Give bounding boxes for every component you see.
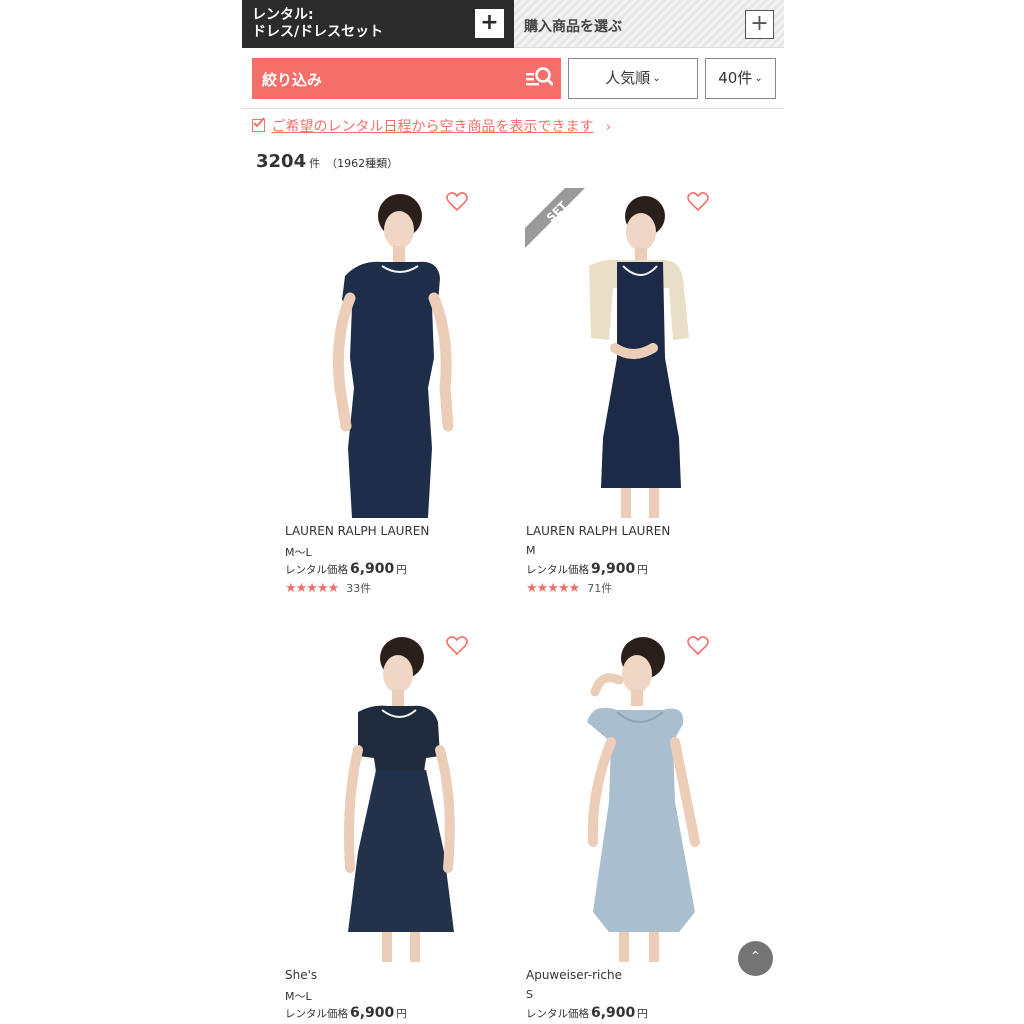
sort-label: 人気順 [605,69,651,87]
favorite-heart-icon[interactable] [446,636,468,656]
result-total: 3204 [256,151,307,172]
price-unit: 円 [396,1008,407,1020]
product-price: レンタル価格 9,900 円 [526,561,648,577]
product-image[interactable] [242,632,482,962]
product-image[interactable] [242,188,482,518]
star-rating-icon: ★★★★★ [526,581,580,596]
availability-link-text: ご希望のレンタル日程から空き商品を表示できます [271,119,594,135]
product-price: レンタル価格 6,900 円 [285,1005,407,1021]
product-brand[interactable]: She's [285,968,317,982]
sort-select[interactable]: 人気順 ⌄ [568,58,698,99]
star-rating-icon: ★★★★★ [285,581,339,596]
favorite-heart-icon[interactable] [687,636,709,656]
product-price: レンタル価格 6,900 円 [285,561,407,577]
per-page-label: 40件 [718,69,753,87]
tab-rental[interactable]: レンタル: ドレス/ドレスセット + [242,0,514,48]
price-unit: 円 [637,564,648,576]
price-prefix: レンタル価格 [526,1008,589,1020]
product-size: M〜L [285,990,312,1003]
chevron-up-icon: ⌃ [749,949,762,965]
plus-icon[interactable]: + [745,10,774,39]
product-size: S [526,988,533,1001]
result-kinds: （1962種類） [326,157,399,170]
chevron-down-icon: ⌄ [754,73,763,84]
price-prefix: レンタル価格 [285,1008,348,1020]
price-value: 9,900 [591,561,636,577]
filter-label: 絞り込み [262,71,323,89]
price-value: 6,900 [350,561,395,577]
price-value: 6,900 [591,1005,636,1021]
filter-search-icon [526,67,553,86]
availability-link[interactable]: ご希望のレンタル日程から空き商品を表示できます › [252,116,611,136]
product-brand[interactable]: LAUREN RALPH LAUREN [526,524,670,538]
product-card[interactable]: She's M〜L レンタル価格 6,900 円 [242,632,482,1024]
price-unit: 円 [637,1008,648,1020]
product-card[interactable]: LAUREN RALPH LAUREN M〜L レンタル価格 6,900 円 ★★★… [242,188,482,598]
divider [242,108,784,109]
review-count: 71件 [587,582,613,595]
scroll-to-top-button[interactable]: ⌃ [738,941,773,976]
product-size: M [526,544,536,557]
product-price: レンタル価格 6,900 円 [526,1005,648,1021]
per-page-select[interactable]: 40件 ⌄ [705,58,776,99]
product-card[interactable]: Apuweiser-riche S レンタル価格 6,900 円 [483,632,723,1024]
page: レンタル: ドレス/ドレスセット + 購入商品を選ぶ + 絞り込み 人気順 ⌄ 4… [0,0,1024,1024]
product-card[interactable]: SET LAUREN RALPH LAUREN M レンタル価格 9,900 円 ★… [483,188,723,598]
price-prefix: レンタル価格 [526,564,589,576]
product-size: M〜L [285,546,312,559]
chevron-right-icon: › [605,120,612,135]
chevron-down-icon: ⌄ [652,73,661,84]
checkbox-icon [252,117,265,132]
review-count: 33件 [346,582,372,595]
price-prefix: レンタル価格 [285,564,348,576]
set-badge: SET [525,188,585,248]
mode-tabs: レンタル: ドレス/ドレスセット + 購入商品を選ぶ + [242,0,784,48]
product-rating: ★★★★★ 33件 [285,580,371,596]
product-brand[interactable]: LAUREN RALPH LAUREN [285,524,429,538]
tab-rental-label: レンタル: ドレス/ドレスセット [252,7,384,40]
result-count: 3204 件 （1962種類） [256,151,398,172]
result-unit: 件 [309,157,321,170]
price-unit: 円 [396,564,407,576]
product-image[interactable] [483,188,723,518]
tab-buy[interactable]: 購入商品を選ぶ + [514,0,784,48]
product-rating: ★★★★★ 71件 [526,580,612,596]
tab-buy-label: 購入商品を選ぶ [524,19,622,35]
favorite-heart-icon[interactable] [687,192,709,212]
price-value: 6,900 [350,1005,395,1021]
plus-icon[interactable]: + [475,9,504,38]
product-image[interactable] [483,632,723,962]
favorite-heart-icon[interactable] [446,192,468,212]
filter-button[interactable]: 絞り込み [252,58,561,99]
product-brand[interactable]: Apuweiser-riche [526,968,622,982]
content-column: レンタル: ドレス/ドレスセット + 購入商品を選ぶ + 絞り込み 人気順 ⌄ 4… [242,0,784,1024]
